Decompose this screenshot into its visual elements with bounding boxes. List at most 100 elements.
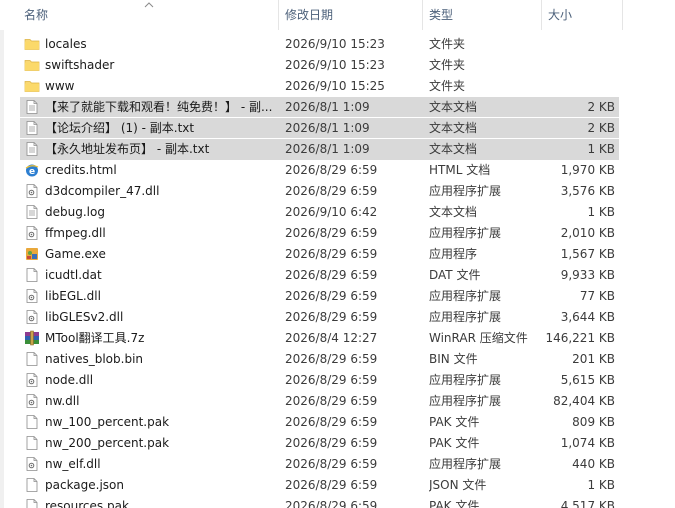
file-name: MTool翻译工具.7z	[45, 331, 145, 345]
file-size: 146,221 KB	[545, 331, 615, 345]
file-type: 文件夹	[429, 79, 466, 93]
file-type: 应用程序扩展	[429, 289, 502, 303]
file-row[interactable]: package.json 2026/8/29 6:59 JSON 文件 1 KB	[0, 475, 675, 496]
file-row[interactable]: e credits.html 2026/8/29 6:59 HTML 文档 1,970 …	[0, 160, 675, 181]
file-date-modified: 2026/8/29 6:59	[285, 499, 378, 508]
file-row[interactable]: nw_200_percent.pak 2026/8/29 6:59 PAK 文件 1,…	[0, 433, 675, 454]
file-name: 【论坛介绍】 (1) - 副本.txt	[45, 121, 195, 135]
file-row[interactable]: resources.pak 2026/8/29 6:59 PAK 文件 4,517 K…	[0, 496, 675, 508]
column-header-size[interactable]: 大小	[542, 0, 622, 30]
file-size: 1,074 KB	[560, 436, 615, 450]
file-date-modified: 2026/8/29 6:59	[285, 478, 378, 492]
file-row[interactable]: debug.log 2026/9/10 6:42 文本文档 1 KB	[0, 202, 675, 223]
folder-icon	[24, 57, 40, 73]
file-name: resources.pak	[45, 499, 129, 508]
blank-file-icon	[24, 498, 40, 508]
dll-file-icon	[24, 288, 40, 304]
file-date-modified: 2026/8/29 6:59	[285, 268, 378, 282]
file-name: nw_100_percent.pak	[45, 415, 170, 429]
file-row[interactable]: nw.dll 2026/8/29 6:59 应用程序扩展 82,404 KB	[0, 391, 675, 412]
text-file-icon	[24, 120, 40, 136]
file-type: PAK 文件	[429, 499, 480, 508]
dll-file-icon	[24, 456, 40, 472]
blank-file-icon	[24, 477, 40, 493]
file-size: 9,933 KB	[560, 268, 615, 282]
column-header-bar: 名称 修改日期 类型 大小	[0, 0, 675, 30]
file-type: 应用程序扩展	[429, 394, 502, 408]
file-name: d3dcompiler_47.dll	[45, 184, 160, 198]
file-size: 2 KB	[587, 100, 615, 114]
file-size: 2,010 KB	[560, 226, 615, 240]
file-type: 文本文档	[429, 205, 478, 219]
file-row[interactable]: MTool翻译工具.7z 2026/8/4 12:27 WinRAR 压缩文件 146…	[0, 328, 675, 349]
file-type: 文本文档	[429, 142, 478, 156]
file-row[interactable]: 【来了就能下载和观看！纯免费！】 - 副... 2026/8/1 1:09 文本文档…	[0, 97, 675, 118]
file-row[interactable]: www 2026/9/10 15:25 文件夹	[0, 76, 675, 97]
file-row[interactable]: ffmpeg.dll 2026/8/29 6:59 应用程序扩展 2,010 KB	[0, 223, 675, 244]
file-type: 应用程序扩展	[429, 310, 502, 324]
file-name: 【来了就能下载和观看！纯免费！】 - 副...	[45, 100, 273, 114]
file-explorer-details-view: 名称 修改日期 类型 大小 locales 2026/9/10 15:23 文件夹 s…	[0, 0, 675, 508]
file-type: 应用程序扩展	[429, 373, 502, 387]
file-date-modified: 2026/8/29 6:59	[285, 415, 378, 429]
column-header-type[interactable]: 类型	[423, 0, 541, 30]
file-row[interactable]: nw_elf.dll 2026/8/29 6:59 应用程序扩展 440 KB	[0, 454, 675, 475]
file-type: DAT 文件	[429, 268, 481, 282]
blank-file-icon	[24, 351, 40, 367]
folder-icon	[24, 36, 40, 52]
file-size: 5,615 KB	[560, 373, 615, 387]
file-row[interactable]: d3dcompiler_47.dll 2026/8/29 6:59 应用程序扩展 3,…	[0, 181, 675, 202]
file-date-modified: 2026/9/10 6:42	[285, 205, 378, 219]
file-type: 应用程序扩展	[429, 226, 502, 240]
file-size: 77 KB	[579, 289, 615, 303]
file-date-modified: 2026/8/29 6:59	[285, 289, 378, 303]
folder-icon	[24, 78, 40, 94]
file-row[interactable]: libEGL.dll 2026/8/29 6:59 应用程序扩展 77 KB	[0, 286, 675, 307]
file-size: 1,970 KB	[560, 163, 615, 177]
file-size: 1 KB	[587, 478, 615, 492]
file-name: ffmpeg.dll	[45, 226, 106, 240]
file-name: icudtl.dat	[45, 268, 102, 282]
file-size: 201 KB	[572, 352, 615, 366]
file-size: 1 KB	[587, 142, 615, 156]
file-date-modified: 2026/8/29 6:59	[285, 184, 378, 198]
file-name: package.json	[45, 478, 125, 492]
file-name: Game.exe	[45, 247, 106, 261]
file-row[interactable]: 【论坛介绍】 (1) - 副本.txt 2026/8/1 1:09 文本文档 2 KB	[0, 118, 675, 139]
column-header-date[interactable]: 修改日期	[279, 0, 422, 30]
file-type: PAK 文件	[429, 415, 480, 429]
file-size: 2 KB	[587, 121, 615, 135]
file-type: 文件夹	[429, 37, 466, 51]
file-type: JSON 文件	[429, 478, 487, 492]
file-row[interactable]: swiftshader 2026/9/10 15:23 文件夹	[0, 55, 675, 76]
dll-file-icon	[24, 372, 40, 388]
column-divider[interactable]	[622, 0, 623, 30]
file-row[interactable]: libGLESv2.dll 2026/8/29 6:59 应用程序扩展 3,644 K…	[0, 307, 675, 328]
file-size	[545, 55, 615, 76]
file-size: 82,404 KB	[553, 394, 615, 408]
file-row[interactable]: locales 2026/9/10 15:23 文件夹	[0, 34, 675, 55]
file-size: 1,567 KB	[560, 247, 615, 261]
column-header-name[interactable]: 名称	[18, 0, 278, 30]
file-type: 文本文档	[429, 100, 478, 114]
dll-file-icon	[24, 183, 40, 199]
text-file-icon	[24, 99, 40, 115]
file-date-modified: 2026/8/29 6:59	[285, 457, 378, 471]
file-name: www	[45, 79, 75, 93]
file-type: HTML 文档	[429, 163, 491, 177]
file-row[interactable]: icudtl.dat 2026/8/29 6:59 DAT 文件 9,933 KB	[0, 265, 675, 286]
file-row[interactable]: natives_blob.bin 2026/8/29 6:59 BIN 文件 201 …	[0, 349, 675, 370]
text-file-icon	[24, 141, 40, 157]
file-name: libGLESv2.dll	[45, 310, 124, 324]
file-size: 3,576 KB	[560, 184, 615, 198]
blank-file-icon	[24, 435, 40, 451]
file-date-modified: 2026/8/29 6:59	[285, 226, 378, 240]
file-row[interactable]: 【永久地址发布页】 - 副本.txt 2026/8/1 1:09 文本文档 1 KB	[0, 139, 675, 160]
file-name: nw_200_percent.pak	[45, 436, 170, 450]
dll-file-icon	[24, 225, 40, 241]
archive-file-icon	[24, 330, 40, 346]
file-date-modified: 2026/8/4 12:27	[285, 331, 378, 345]
file-row[interactable]: Game.exe 2026/8/29 6:59 应用程序 1,567 KB	[0, 244, 675, 265]
file-row[interactable]: node.dll 2026/8/29 6:59 应用程序扩展 5,615 KB	[0, 370, 675, 391]
file-row[interactable]: nw_100_percent.pak 2026/8/29 6:59 PAK 文件 80…	[0, 412, 675, 433]
